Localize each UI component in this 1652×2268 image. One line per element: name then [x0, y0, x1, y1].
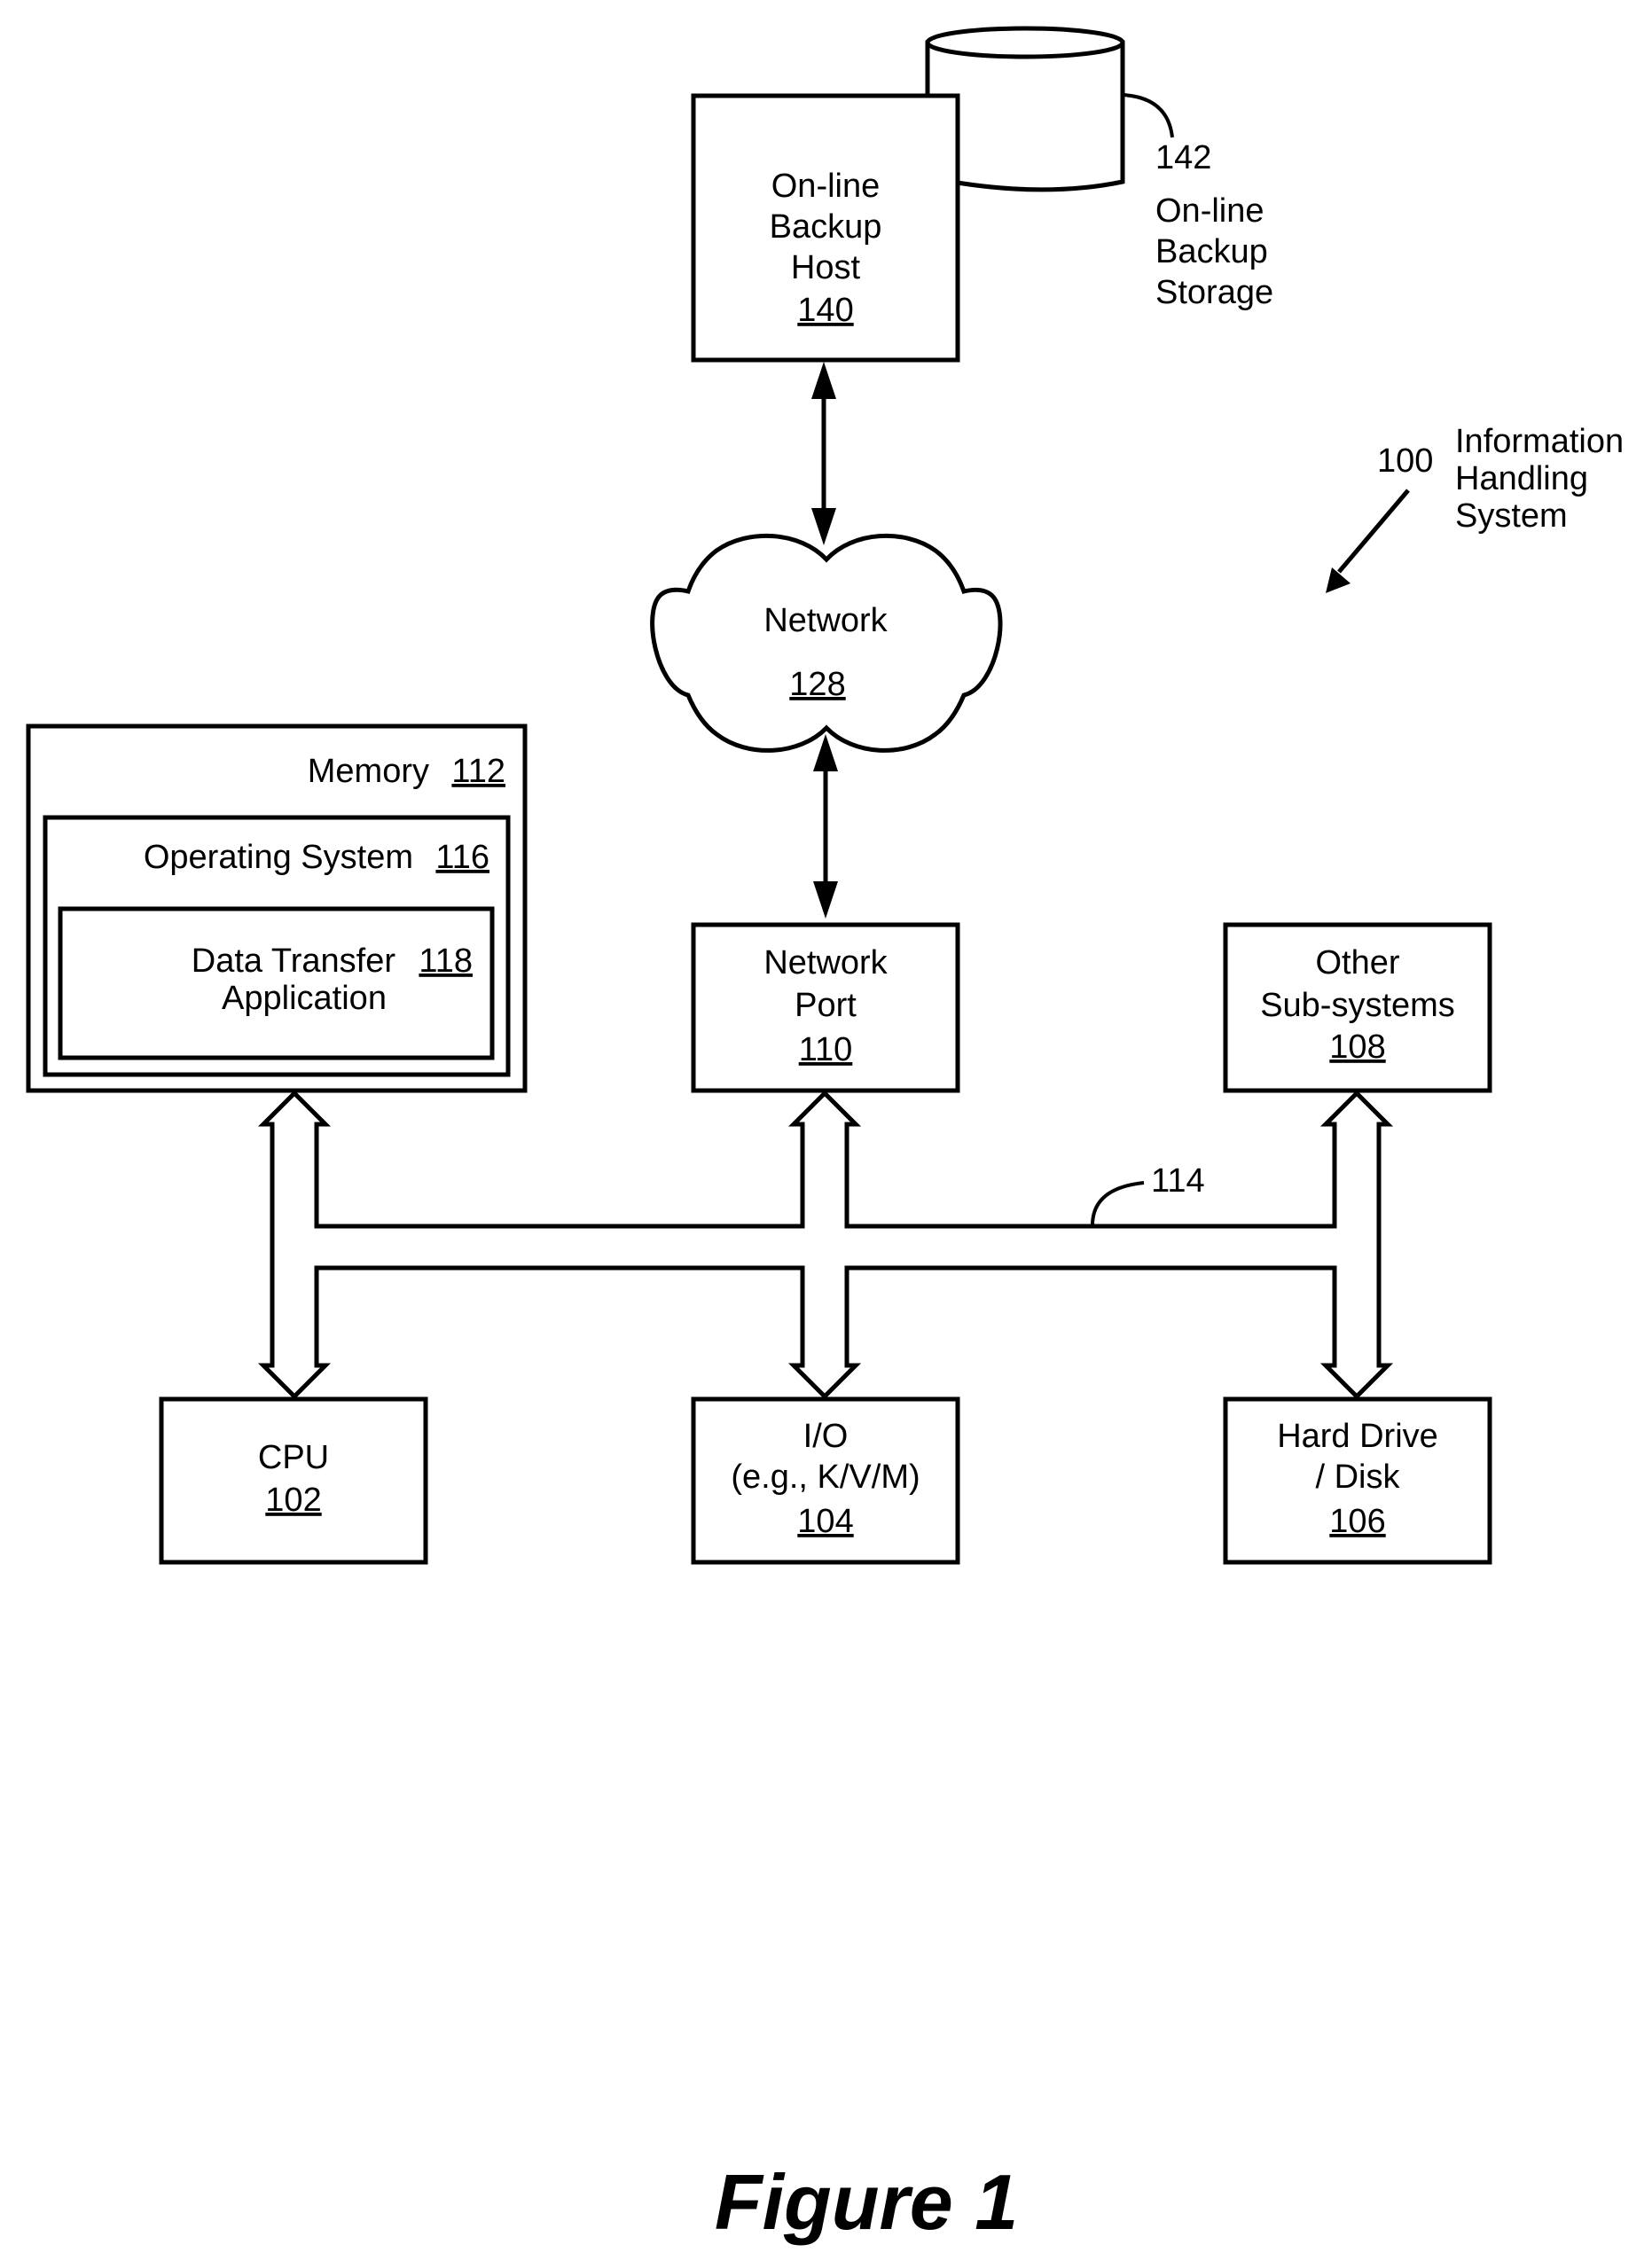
- network-cloud: Network 128: [650, 533, 1003, 753]
- data-transfer-line-2: Application: [222, 980, 387, 1017]
- memory-label: Memory: [308, 753, 429, 790]
- hard-drive-line-2: / Disk: [1316, 1459, 1401, 1496]
- system-pointer-arrow: [1326, 489, 1410, 593]
- system-label-line-1: Information: [1455, 423, 1624, 460]
- network-label: Network: [763, 602, 888, 639]
- backup-host-line-2: Backup: [770, 208, 882, 246]
- information-handling-system-diagram: 142 On-line Backup Storage On-line Backu…: [26, 26, 1624, 2246]
- hard-drive-line-1: Hard Drive: [1277, 1418, 1438, 1455]
- data-transfer-line-1: Data Transfer: [192, 942, 396, 980]
- backup-host-line-1: On-line: [771, 168, 881, 205]
- cpu-box: CPU 102: [159, 1396, 428, 1565]
- backup-host-ref: 140: [797, 292, 853, 329]
- other-subsystems-line-1: Other: [1315, 944, 1399, 981]
- cpu-ref: 102: [265, 1482, 321, 1519]
- data-transfer-ref: 118: [419, 942, 473, 980]
- hard-drive-ref: 106: [1329, 1503, 1385, 1540]
- host-network-arrow: [811, 362, 836, 545]
- bus-leader-line: [1091, 1181, 1145, 1226]
- memory-box: Memory 112 Operating System 116 Data Tra…: [26, 723, 528, 1093]
- io-line-1: I/O: [803, 1418, 849, 1455]
- network-port-box: Network Port 110: [691, 922, 960, 1093]
- other-subsystems-box: Other Sub-systems 108: [1223, 922, 1492, 1093]
- memory-ref: 112: [451, 753, 505, 790]
- figure-caption: Figure 1: [715, 2158, 1018, 2246]
- arrowhead-icon: [1326, 567, 1351, 593]
- system-bus: [257, 1090, 1394, 1400]
- arrowhead-up-icon: [813, 734, 838, 771]
- other-subsystems-ref: 108: [1329, 1028, 1385, 1066]
- arrowhead-up-icon: [811, 362, 836, 399]
- os-label: Operating System: [144, 839, 413, 876]
- system-label-line-3: System: [1455, 497, 1568, 535]
- system-label-line-2: Handling: [1455, 460, 1588, 497]
- other-subsystems-line-2: Sub-systems: [1260, 987, 1455, 1024]
- storage-ref: 142: [1155, 139, 1211, 176]
- network-port-line-2: Port: [795, 987, 857, 1024]
- backup-host-box: On-line Backup Host 140: [691, 93, 960, 363]
- arrowhead-down-icon: [813, 881, 838, 919]
- arrowhead-down-icon: [811, 508, 836, 545]
- storage-label-line-3: Storage: [1155, 274, 1273, 311]
- cpu-label: CPU: [258, 1439, 329, 1476]
- system-ref: 100: [1377, 442, 1433, 480]
- backup-host-line-3: Host: [791, 249, 861, 286]
- network-port-arrow: [813, 734, 838, 919]
- hard-drive-box: Hard Drive / Disk 106: [1223, 1396, 1492, 1565]
- os-ref: 116: [435, 839, 489, 876]
- io-box: I/O (e.g., K/V/M) 104: [691, 1396, 960, 1565]
- bus-ref: 114: [1151, 1162, 1205, 1200]
- network-port-line-1: Network: [763, 944, 888, 981]
- io-line-2: (e.g., K/V/M): [731, 1459, 920, 1496]
- storage-label-line-1: On-line: [1155, 192, 1264, 230]
- network-ref: 128: [789, 666, 845, 703]
- storage-label-line-2: Backup: [1155, 233, 1268, 270]
- storage-leader-line: [1122, 93, 1174, 138]
- network-port-ref: 110: [799, 1031, 853, 1068]
- io-ref: 104: [797, 1503, 853, 1540]
